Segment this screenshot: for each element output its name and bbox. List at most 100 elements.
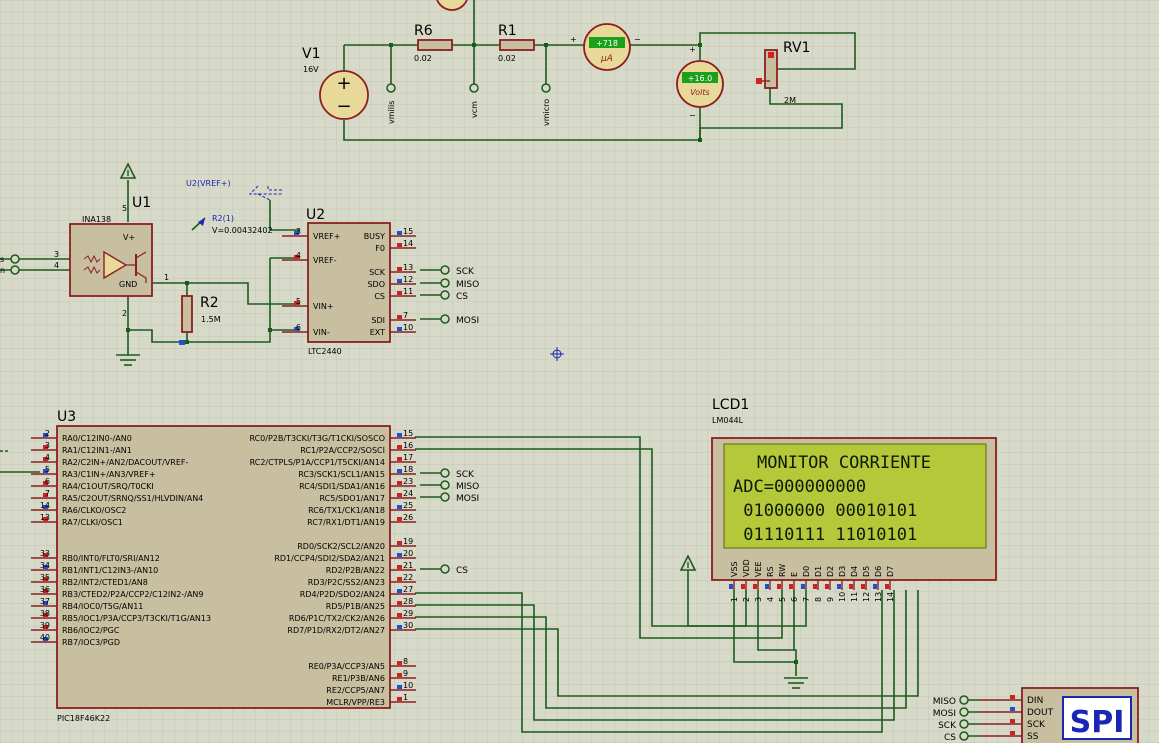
lcd-pin-number: 6 (790, 597, 799, 602)
lcd-pin-name: RS (766, 566, 775, 577)
terminal-vcm[interactable] (469, 83, 479, 93)
r1-value: 0.02 (498, 54, 516, 63)
u3-left-pin-number: 5 (45, 465, 50, 474)
terminal-vmilis[interactable] (386, 83, 396, 93)
u3-left-pin-name: RB0/INT0/FLT0/SRI/AN12 (62, 554, 160, 563)
r2-ref: R2 (200, 295, 219, 311)
spi-pin-state (1010, 695, 1015, 699)
lcd-pin-name: D5 (862, 566, 871, 577)
u3-left-pin-name: RB4/IOC0/T5G/AN11 (62, 602, 143, 611)
v1-value: 16V (303, 65, 319, 74)
left-terminal-n-label: n (0, 266, 5, 275)
lcd-pin-number: 9 (826, 597, 835, 602)
u3-left-pin-name: RB7/IOC3/PGD (62, 638, 120, 647)
spi-terminal-mosi[interactable] (959, 707, 969, 717)
u3-right-pin-name: RE0/P3A/CCP3/AN5 (308, 662, 385, 671)
u3-right-pin-state (397, 661, 402, 665)
lcd-line-3: 01000000 00010101 (733, 501, 917, 521)
ammeter-minus: − (634, 35, 641, 44)
terminal-n[interactable] (10, 265, 20, 275)
u2-right-pin-name: SDI (371, 316, 385, 325)
left-terminal-s-label: s (0, 255, 4, 264)
voltmeter-unit: Volts (690, 88, 709, 97)
lcd-pin-name: D6 (874, 566, 883, 577)
spi-pin-name: DIN (1027, 696, 1043, 706)
u2-terminal-sck[interactable] (440, 265, 450, 275)
lcd-pin-state (741, 584, 745, 589)
u3-pic18f46k22[interactable]: U3 PIC18F46K22 2 RA0/C12IN0-/AN0 3 RA1/C12I… (31, 409, 416, 723)
spi-pin-name: SCK (1027, 720, 1046, 730)
u1-part: INA138 (82, 215, 111, 224)
spi-miso-label: MISO (933, 697, 956, 707)
lcd-pin-name: D7 (886, 566, 895, 577)
spi-pin-state (1010, 719, 1015, 723)
spi-mosi-label: MOSI (933, 709, 956, 719)
u3-right-pin-number: 27 (403, 585, 413, 594)
u3-right-pin-state (397, 553, 402, 557)
terminal-s[interactable] (10, 254, 20, 264)
u3-right-pin-state (397, 433, 402, 437)
u3-left-pin-name: RB2/INT2/CTED1/AN8 (62, 578, 148, 587)
spi-terminal-miso[interactable] (959, 695, 969, 705)
probe-r2-value: V=0.00432402 (212, 226, 273, 235)
u3-right-pin-name: RC1/P2A/CCP2/SOSCI (300, 446, 385, 455)
u3-right-pin-state (397, 505, 402, 509)
spi-terminal-cs[interactable] (959, 731, 969, 741)
u3-right-pin-state (397, 445, 402, 449)
schematic-canvas[interactable]: + − V1 16V R6 0.02 R1 0.02 +718 μA + − +… (0, 0, 1159, 743)
u1-pin-3: 3 (54, 250, 59, 259)
lcd-pin-name: E (790, 572, 799, 577)
u3-right-pin-number: 29 (403, 609, 413, 618)
lcd-pin-state (885, 584, 889, 589)
u3-left-pin-number: 35 (40, 573, 50, 582)
junctions-lower (794, 660, 798, 664)
u3-right-pin-state (397, 469, 402, 473)
u1-vplus: V+ (123, 233, 135, 242)
u3-left-pin-number: 3 (45, 441, 50, 450)
lcd-pin-name: VSS (730, 561, 739, 577)
lcd-pin-state (753, 584, 757, 589)
lcd-line-4: 01110111 11010101 (733, 525, 917, 545)
lcd-pin-number: 3 (754, 597, 763, 602)
u1-ref: U1 (132, 195, 151, 211)
u3-terminal-miso[interactable] (440, 480, 450, 490)
u3-right-pin-state (397, 601, 402, 605)
u3-left-pin-name: RA5/C2OUT/SRNQ/SS1/HLVDIN/AN4 (62, 494, 203, 503)
rv1-value: 2M (784, 96, 796, 105)
u3-right-pin-number: 25 (403, 501, 413, 510)
u3-left-pin-number: 4 (45, 453, 50, 462)
u3-terminal-mosi[interactable] (440, 492, 450, 502)
u2-terminal-cs[interactable] (440, 290, 450, 300)
u3-left-pin-name: RA3/C1IN+/AN3/VREF+ (62, 470, 156, 479)
u3-terminal-cs[interactable] (440, 564, 450, 574)
lcd-pin-name: D0 (802, 566, 811, 577)
u3-miso-label: MISO (456, 482, 479, 492)
u2-right-pin-state (397, 243, 402, 247)
u3-left-pin-number: 6 (45, 477, 50, 486)
u2-miso-label: MISO (456, 280, 479, 290)
u3-right-pin-state (397, 685, 402, 689)
u2-right-pin-name: SCK (369, 268, 386, 277)
u3-terminal-sck[interactable] (440, 468, 450, 478)
lcd-pin-state (789, 584, 793, 589)
u2-right-pin-name: CS (374, 292, 385, 301)
u3-right-pin-number: 24 (403, 489, 413, 498)
u2-right-pin-state (397, 267, 402, 271)
u3-right-pin-name: RC2/CTPLS/P1A/CCP1/T5CKI/AN14 (250, 458, 385, 467)
u2-right-pin-state (397, 279, 402, 283)
u3-left-pin-number: 33 (40, 549, 50, 558)
spi-terminal-sck[interactable] (959, 719, 969, 729)
u2-terminal-miso[interactable] (440, 278, 450, 288)
u3-left-pin-name: RA7/CLKI/OSC1 (62, 518, 123, 527)
lcd-pin-name: D2 (826, 566, 835, 577)
lcd-pin-number: 12 (862, 592, 871, 602)
u3-right-pin-number: 30 (403, 621, 413, 630)
u2-left-pin-number: 3 (296, 227, 301, 236)
lcd1-ref: LCD1 (712, 397, 749, 413)
lcd-pin-number: 11 (850, 592, 859, 602)
u2-terminal-mosi[interactable] (440, 314, 450, 324)
terminal-vmicro[interactable] (541, 83, 551, 93)
u3-right-pin-name: RE2/CCP5/AN7 (326, 686, 385, 695)
u1-gnd: GND (119, 280, 137, 289)
u2-part: LTC2440 (308, 347, 342, 356)
